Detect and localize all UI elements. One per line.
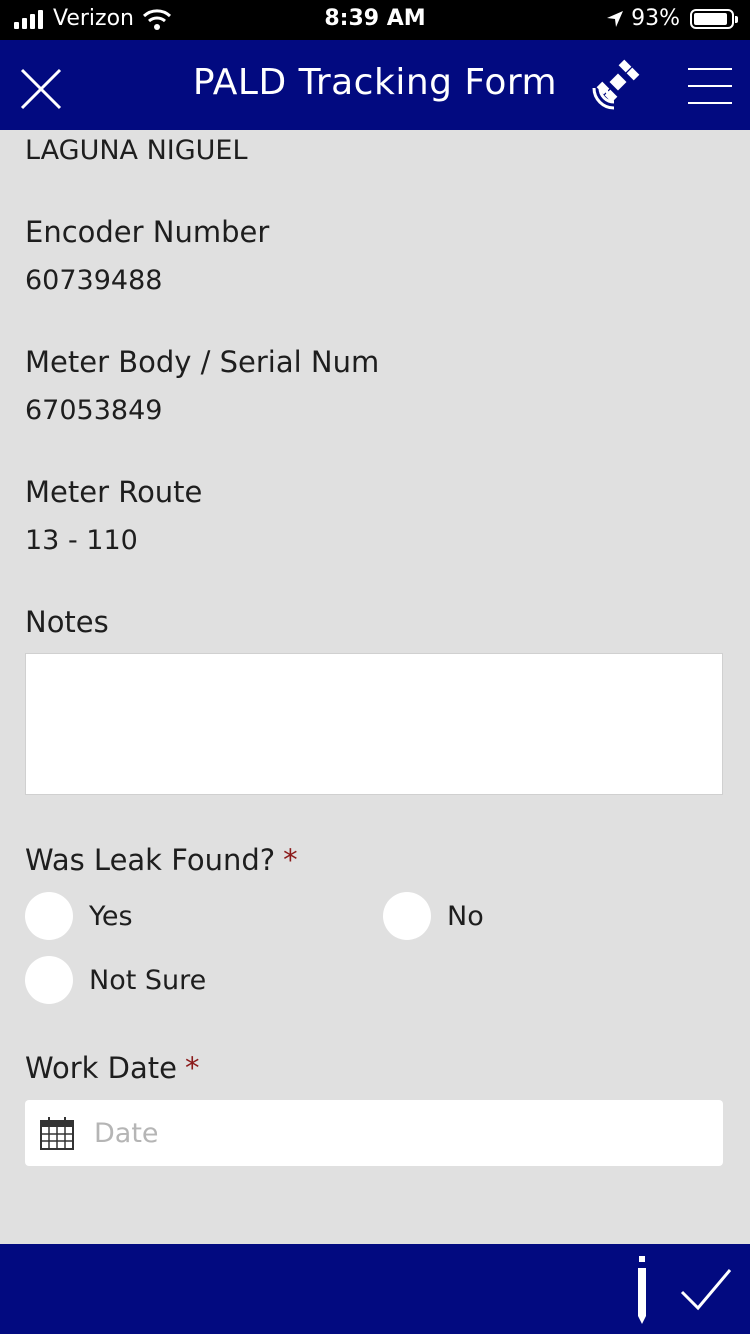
app-header: PALD Tracking Form bbox=[0, 40, 750, 130]
notes-field[interactable] bbox=[25, 653, 723, 795]
radio-not-sure[interactable]: Not Sure bbox=[25, 956, 206, 1004]
checkmark-icon[interactable] bbox=[678, 1264, 734, 1314]
leak-label: Was Leak Found? bbox=[25, 843, 276, 877]
encoder-label: Encoder Number bbox=[25, 215, 270, 249]
required-mark: * bbox=[184, 1051, 200, 1085]
meter-route-label: Meter Route bbox=[25, 475, 203, 509]
radio-label-no: No bbox=[447, 900, 484, 932]
radio-yes[interactable]: Yes bbox=[25, 892, 133, 940]
radio-no[interactable]: No bbox=[383, 892, 484, 940]
leak-question: Was Leak Found? * bbox=[25, 843, 298, 877]
status-right: 93% bbox=[605, 6, 738, 31]
work-date-field[interactable]: Date bbox=[25, 1100, 723, 1166]
notes-label: Notes bbox=[25, 605, 109, 639]
status-bar: Verizon 8:39 AM 93% bbox=[0, 0, 750, 40]
radio-label-yes: Yes bbox=[89, 900, 133, 932]
battery-fill bbox=[694, 12, 728, 25]
meter-body-value: 67053849 bbox=[25, 395, 163, 426]
city-name: LAGUNA NIGUEL bbox=[25, 135, 248, 166]
calendar-icon[interactable] bbox=[40, 1116, 74, 1150]
work-date-heading: Work Date * bbox=[25, 1051, 199, 1085]
date-placeholder: Date bbox=[94, 1117, 159, 1149]
radio-circle[interactable] bbox=[383, 892, 431, 940]
info-icon[interactable] bbox=[630, 1256, 654, 1326]
menu-icon[interactable] bbox=[688, 68, 732, 106]
meter-route-value: 13 - 110 bbox=[25, 525, 138, 556]
battery-percent: 93% bbox=[631, 6, 680, 31]
bottom-toolbar bbox=[0, 1244, 750, 1334]
encoder-value: 60739488 bbox=[25, 265, 163, 296]
satellite-icon[interactable] bbox=[588, 58, 648, 114]
meter-body-label: Meter Body / Serial Num bbox=[25, 345, 380, 379]
required-mark: * bbox=[283, 843, 298, 877]
radio-label-not-sure: Not Sure bbox=[89, 964, 207, 996]
battery-icon bbox=[690, 8, 738, 29]
location-arrow-icon bbox=[607, 10, 624, 27]
work-date-label: Work Date bbox=[25, 1051, 177, 1085]
radio-circle[interactable] bbox=[25, 956, 73, 1004]
radio-circle[interactable] bbox=[25, 892, 73, 940]
